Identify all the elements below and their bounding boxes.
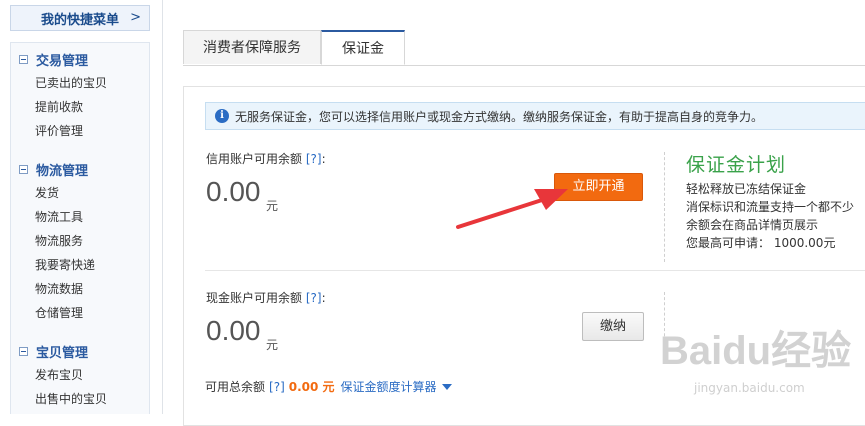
baidu-watermark: Baidu经验 xyxy=(660,329,852,373)
cash-label-colon: : xyxy=(321,291,326,305)
collapse-icon[interactable] xyxy=(19,164,28,174)
menu-group-trade: 交易管理 已卖出的宝贝 提前收款 评价管理 xyxy=(11,47,149,143)
menu-group-title: 交易管理 xyxy=(36,53,89,69)
sidebar-item-publish-item[interactable]: 发布宝贝 xyxy=(11,363,149,387)
collapse-icon[interactable] xyxy=(19,346,28,356)
quick-menu-button[interactable]: 我的快捷菜单 > xyxy=(10,5,150,31)
total-balance-label: 可用总余额 xyxy=(205,380,266,394)
menu-group-title: 物流管理 xyxy=(36,163,89,179)
caret-down-icon[interactable] xyxy=(441,383,452,390)
deposit-calculator-link[interactable]: 保证金额度计算器 xyxy=(341,378,437,395)
cash-balance-amount: 0.00 xyxy=(206,315,261,346)
sidebar-item-logistics-service[interactable]: 物流服务 xyxy=(11,229,149,253)
chevron-right-icon: > xyxy=(130,10,141,25)
sidebar-item-logistics-tools[interactable]: 物流工具 xyxy=(11,205,149,229)
total-balance-row: 可用总余额 [?] 0.00 元 保证金额度计算器 xyxy=(205,378,452,395)
sidebar-item-warehouse[interactable]: 仓储管理 xyxy=(11,301,149,325)
sidebar-menu-panel: 交易管理 已卖出的宝贝 提前收款 评价管理 物流管理 发货 物流工具 物流服务 … xyxy=(10,42,150,414)
plan-line: 轻松释放已冻结保证金 xyxy=(686,182,807,196)
cash-balance-unit: 元 xyxy=(266,338,279,352)
sidebar-item-items-on-sale[interactable]: 出售中的宝贝 xyxy=(11,387,149,411)
plan-line: 消保标识和流量支持一个都不少 xyxy=(686,200,855,214)
collapse-icon[interactable] xyxy=(19,54,28,64)
menu-group-header[interactable]: 宝贝管理 xyxy=(11,339,149,363)
sidebar-item-advance-payment[interactable]: 提前收款 xyxy=(11,95,149,119)
menu-group-items: 宝贝管理 发布宝贝 出售中的宝贝 xyxy=(11,339,149,411)
sidebar: 我的快捷菜单 > 交易管理 已卖出的宝贝 提前收款 评价管理 物流管理 发货 物… xyxy=(0,0,152,414)
credit-balance-amount: 0.00 xyxy=(206,176,261,207)
plan-line: 您最高可申请： 1000.00元 xyxy=(686,236,836,250)
section-divider xyxy=(205,270,865,271)
menu-group-header[interactable]: 交易管理 xyxy=(11,47,149,71)
tab-bar: 消费者保障服务 保证金 xyxy=(183,30,865,66)
sidebar-item-sold-items[interactable]: 已卖出的宝贝 xyxy=(11,71,149,95)
credit-balance-label: 信用账户可用余额 [?]: xyxy=(206,150,326,167)
deposit-plan-logo: 保证金计划 xyxy=(686,154,787,176)
info-icon: i xyxy=(215,109,229,123)
plan-line: 余额会在商品详情页展示 xyxy=(686,218,819,232)
sidebar-item-send-express[interactable]: 我要寄快递 xyxy=(11,253,149,277)
notice-text: 无服务保证金，您可以选择信用账户或现金方式缴纳。缴纳服务保证金，有助于提高自身的… xyxy=(235,109,764,124)
quick-menu-label: 我的快捷菜单 xyxy=(40,12,119,28)
menu-group-logistics: 物流管理 发货 物流工具 物流服务 我要寄快递 物流数据 仓储管理 xyxy=(11,157,149,325)
total-help-link[interactable]: [?] xyxy=(269,380,285,394)
cash-balance-label: 现金账户可用余额 [?]: xyxy=(206,289,326,306)
vertical-divider xyxy=(664,152,665,262)
sidebar-item-review-management[interactable]: 评价管理 xyxy=(11,119,149,143)
credit-balance-label-text: 信用账户可用余额 xyxy=(206,152,303,166)
pay-button[interactable]: 缴纳 xyxy=(582,312,644,341)
credit-balance-unit: 元 xyxy=(266,199,279,213)
menu-group-header[interactable]: 物流管理 xyxy=(11,157,149,181)
credit-help-link[interactable]: [?] xyxy=(306,152,322,166)
sidebar-item-ship[interactable]: 发货 xyxy=(11,181,149,205)
cash-help-link[interactable]: [?] xyxy=(306,291,322,305)
tab-consumer-protection[interactable]: 消费者保障服务 xyxy=(183,30,321,64)
credit-label-colon: : xyxy=(321,152,326,166)
total-balance-amount: 0.00 元 xyxy=(288,380,335,394)
notice-banner: i 无服务保证金，您可以选择信用账户或现金方式缴纳。缴纳服务保证金，有助于提高自… xyxy=(205,102,865,130)
tab-deposit[interactable]: 保证金 xyxy=(321,30,405,65)
cash-balance-label-text: 现金账户可用余额 xyxy=(206,291,303,305)
sidebar-item-logistics-data[interactable]: 物流数据 xyxy=(11,277,149,301)
menu-group-title: 宝贝管理 xyxy=(36,345,89,361)
baidu-watermark-url: jingyan.baidu.com xyxy=(694,381,805,395)
red-arrow-annotation xyxy=(456,189,568,229)
